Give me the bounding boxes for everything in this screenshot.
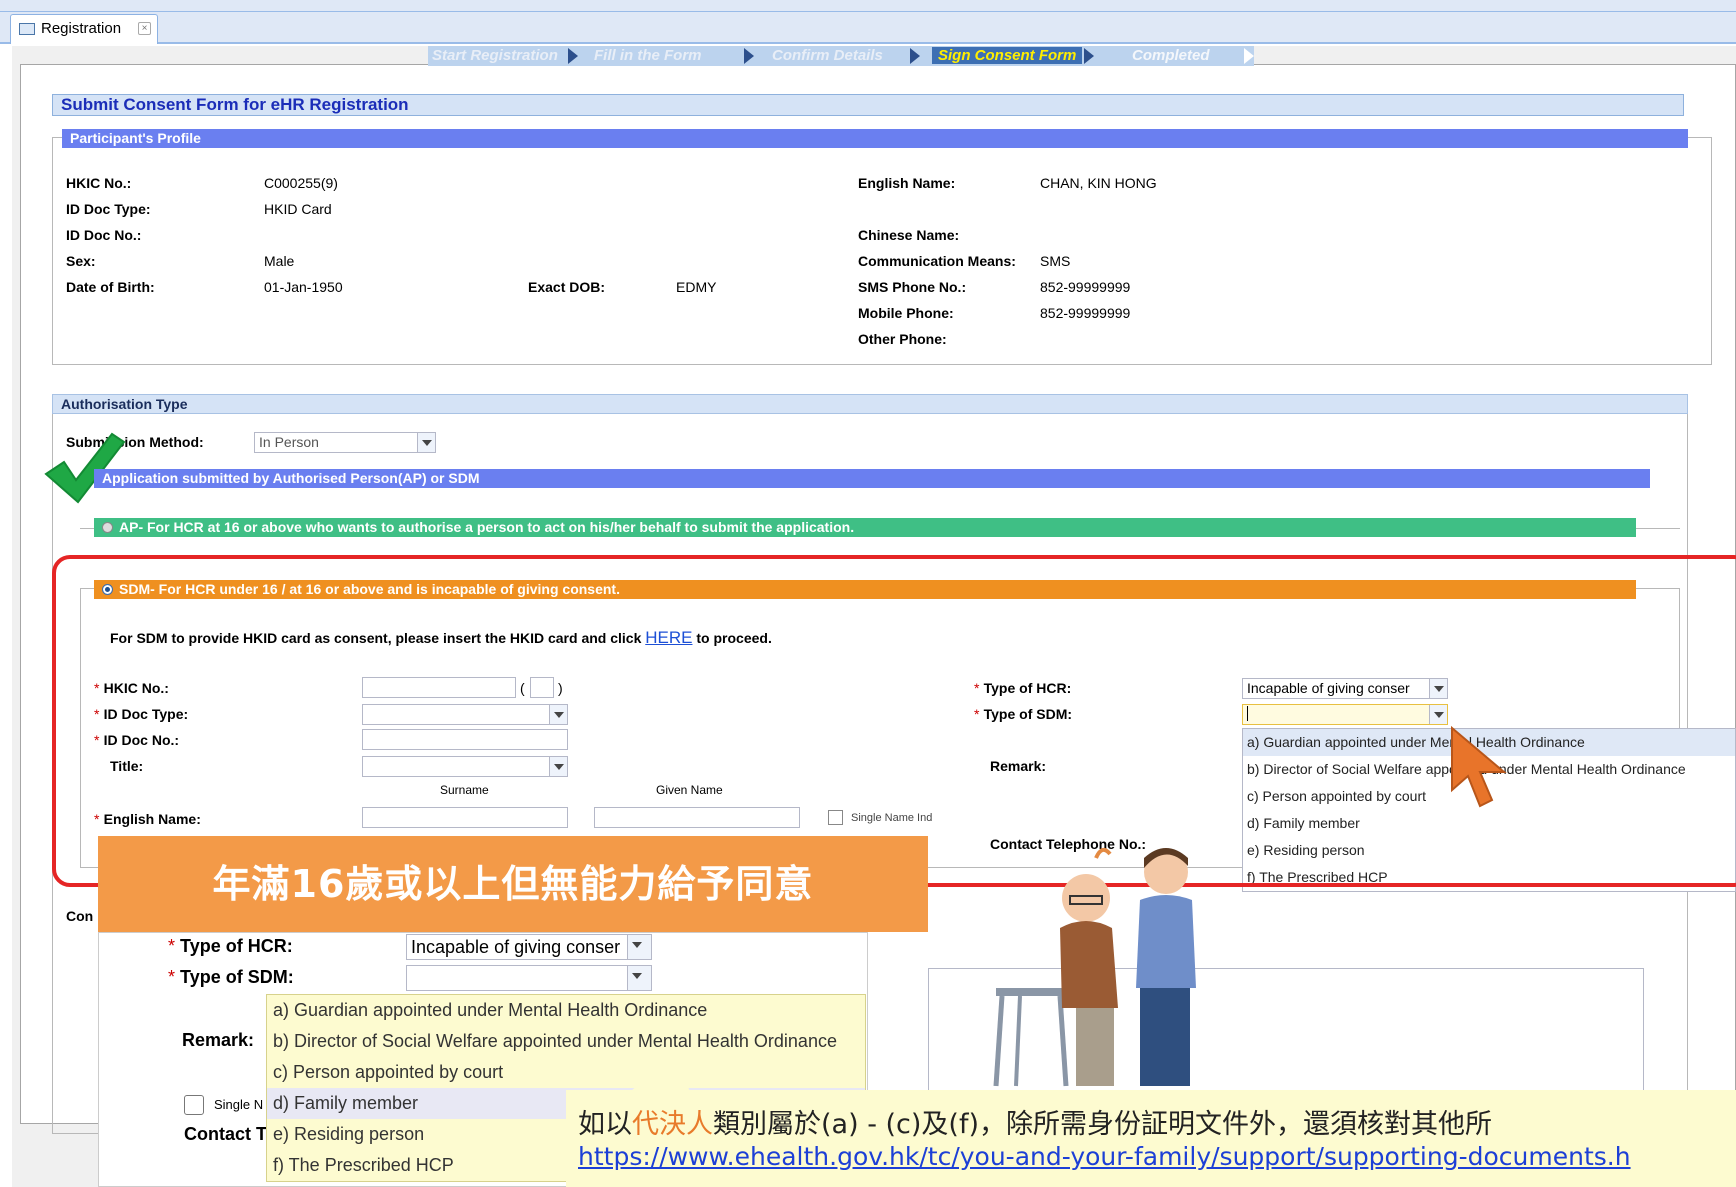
callout-sdm-label: Type of SDM:	[180, 967, 294, 987]
note-prefix: 如以	[578, 1109, 632, 1140]
chinese-name-label: Chinese Name:	[858, 227, 960, 243]
step-chevron-icon	[744, 48, 754, 64]
submission-method-select[interactable]: In Person	[254, 432, 436, 453]
callout-option-a[interactable]: a) Guardian appointed under Mental Healt…	[267, 995, 865, 1026]
id-doc-type-label: ID Doc Type:	[66, 201, 151, 217]
callout-sdm-row: * Type of SDM:	[168, 967, 294, 988]
step-completed: Completed	[1132, 47, 1210, 64]
callout-hcr-value: Incapable of giving conser	[411, 937, 621, 957]
dob-label: Date of Birth:	[66, 279, 155, 295]
other-phone-label: Other Phone:	[858, 331, 947, 347]
required-mark: *	[168, 936, 176, 956]
step-sign-consent: Sign Consent Form	[932, 47, 1083, 64]
callout-single-checkbox[interactable]	[184, 1095, 204, 1115]
note-highlight: 代決人	[632, 1109, 713, 1140]
step-chevron-icon	[910, 48, 920, 64]
top-toolbar-strip	[0, 0, 1736, 12]
exact-dob-value: EDMY	[676, 279, 717, 295]
callout-option-c[interactable]: c) Person appointed by court	[267, 1057, 865, 1088]
mobile-phone-label: Mobile Phone:	[858, 305, 954, 321]
mobile-phone-value: 852-99999999	[1040, 305, 1131, 321]
callout-single-label: Single N	[214, 1097, 264, 1112]
callout-hcr-label: Type of HCR:	[180, 936, 293, 956]
callout-remark-label: Remark:	[182, 1030, 255, 1050]
callout-sdm-select[interactable]	[406, 965, 652, 991]
participant-profile-legend: Participant's Profile	[62, 129, 1688, 148]
chevron-down-icon[interactable]	[417, 433, 435, 452]
english-name-label: English Name:	[858, 175, 956, 191]
note-text: 如以代決人類別屬於(a) - (c)及(f)，除所需身份証明文件外，還須核對其他…	[578, 1102, 1492, 1141]
ap-sdm-bar: Application submitted by Authorised Pers…	[94, 469, 1650, 488]
note-pointer	[630, 1052, 690, 1092]
tab-strip	[0, 12, 1736, 44]
sex-value: Male	[264, 253, 295, 269]
step-start-registration: Start Registration	[432, 47, 558, 64]
exact-dob-label: Exact DOB:	[528, 279, 606, 295]
sex-label: Sex:	[66, 253, 96, 269]
progress-steps: Start Registration Fill in the Form Conf…	[428, 46, 1254, 66]
tab-registration[interactable]: Registration ×	[10, 14, 158, 44]
id-doc-no-label: ID Doc No.:	[66, 227, 142, 243]
step-fill-form: Fill in the Form	[594, 47, 702, 64]
dob-value: 01-Jan-1950	[264, 279, 343, 295]
step-chevron-icon	[1084, 48, 1094, 64]
sms-phone-label: SMS Phone No.:	[858, 279, 967, 295]
callout-contact-label: Contact T	[184, 1124, 267, 1144]
page-title: Submit Consent Form for eHR Registration	[52, 94, 1684, 116]
callout-hcr-select[interactable]: Incapable of giving conser	[406, 934, 652, 960]
required-mark: *	[168, 967, 176, 987]
authorisation-heading: Authorisation Type	[52, 394, 1688, 414]
comm-means-value: SMS	[1040, 253, 1071, 269]
callout-hcr-row: * Type of HCR:	[168, 936, 293, 957]
english-name-value: CHAN, KIN HONG	[1040, 175, 1157, 191]
chevron-down-icon[interactable]	[627, 935, 651, 959]
id-doc-type-value: HKID Card	[264, 201, 332, 217]
callout-heading: 年滿16歲或以上但無能力給予同意	[98, 836, 928, 932]
form-icon	[19, 23, 35, 35]
ap-radio[interactable]	[102, 522, 113, 533]
tab-registration-label: Registration	[41, 20, 122, 37]
callout-option-b[interactable]: b) Director of Social Welfare appointed …	[267, 1026, 865, 1057]
sms-phone-value: 852-99999999	[1040, 279, 1131, 295]
comm-means-label: Communication Means:	[858, 253, 1016, 269]
step-chevron-icon	[568, 48, 578, 64]
hkic-value: C000255(9)	[264, 175, 338, 191]
caregiver-illustration	[993, 847, 1196, 1087]
consent-label-cut: Con	[66, 908, 94, 924]
chevron-down-icon[interactable]	[627, 966, 651, 990]
step-confirm-details: Confirm Details	[772, 47, 883, 64]
note-box: 如以代決人類別屬於(a) - (c)及(f)，除所需身份証明文件外，還須核對其他…	[566, 1090, 1736, 1187]
note-suffix: 類別屬於(a) - (c)及(f)，除所需身份証明文件外，還須核對其他所	[713, 1109, 1493, 1140]
submission-method-value: In Person	[259, 434, 319, 450]
note-link[interactable]: https://www.ehealth.gov.hk/tc/you-and-yo…	[578, 1142, 1631, 1171]
hkic-label: HKIC No.:	[66, 175, 132, 191]
step-chevron-icon	[1244, 48, 1254, 64]
ap-option[interactable]: AP- For HCR at 16 or above who wants to …	[94, 518, 1636, 537]
tab-close-icon[interactable]: ×	[138, 22, 151, 35]
ap-option-label: AP- For HCR at 16 or above who wants to …	[119, 519, 855, 535]
